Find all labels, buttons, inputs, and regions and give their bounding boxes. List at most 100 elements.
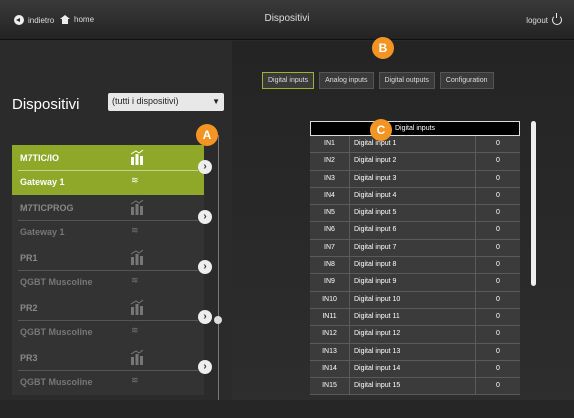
table-scrollbar[interactable] <box>531 121 536 286</box>
input-name: Digital input 5 <box>350 205 476 222</box>
device-separator <box>18 370 198 371</box>
table-header: Digital inputs <box>310 121 520 136</box>
input-value: 0 <box>496 191 500 199</box>
input-id: IN13 <box>310 343 350 360</box>
device-open-button[interactable]: › <box>198 360 212 374</box>
device-filter-select[interactable]: (tutti i dispositivi) ▼ <box>108 93 224 111</box>
input-name: Digital input 6 <box>350 222 476 239</box>
top-bar: indietro home Dispositivi logout <box>0 0 574 40</box>
marker-a-badge: A <box>196 124 218 146</box>
input-name: Digital input 7 <box>350 239 476 257</box>
table-row: IN8 Digital input 8 0 <box>310 257 520 275</box>
table-row: IN10 Digital input 10 0 <box>310 291 520 309</box>
tab-configuration[interactable]: Configuration <box>439 72 494 89</box>
device-separator <box>18 320 198 321</box>
input-name: Digital input 8 <box>350 257 476 274</box>
input-name: Digital input 9 <box>350 274 476 291</box>
input-name: Digital input 12 <box>350 326 476 343</box>
device-name: PR1 <box>20 253 38 263</box>
device-separator <box>18 170 198 171</box>
table-row: IN15 Digital input 15 0 <box>310 378 520 396</box>
input-id: IN8 <box>310 257 350 274</box>
input-id: IN11 <box>310 308 350 326</box>
device-card[interactable]: PR3 QGBT Muscoline ≋ <box>12 345 204 395</box>
device-name: PR2 <box>20 303 38 313</box>
tab-digital-inputs[interactable]: Digital inputs <box>262 72 315 89</box>
device-gateway: QGBT Muscoline <box>20 277 93 287</box>
device-open-button[interactable]: › <box>198 210 212 224</box>
bar-chart-icon <box>130 349 144 365</box>
input-id: IN6 <box>310 222 350 239</box>
table-row: IN9 Digital input 9 0 <box>310 274 520 292</box>
device-open-button[interactable]: › <box>198 160 212 174</box>
input-id: IN5 <box>310 205 350 222</box>
device-separator <box>18 270 198 271</box>
device-filter-value: (tutti i dispositivi) <box>112 96 179 106</box>
wifi-icon: ≋ <box>131 325 139 335</box>
input-value: 0 <box>496 157 500 165</box>
input-value: 0 <box>496 295 500 303</box>
device-separator <box>18 220 198 221</box>
table-row: IN11 Digital input 11 0 <box>310 308 520 327</box>
bar-chart-icon <box>130 199 144 215</box>
wifi-icon: ≋ <box>131 225 139 235</box>
page-title: Dispositivi <box>12 96 80 113</box>
device-name: M7TIC/IO <box>20 153 60 163</box>
input-id: IN14 <box>310 360 350 378</box>
logout-button[interactable]: logout <box>526 13 562 25</box>
table-row: IN2 Digital input 2 0 <box>310 153 520 171</box>
table-row: IN14 Digital input 14 0 <box>310 360 520 379</box>
device-card[interactable]: M7TICPROG Gateway 1 ≋ <box>12 195 204 245</box>
input-name: Digital input 3 <box>350 170 476 187</box>
device-open-button[interactable]: › <box>198 310 212 324</box>
input-value: 0 <box>496 243 500 251</box>
table-row: IN13 Digital input 13 0 <box>310 343 520 361</box>
input-name: Digital input 13 <box>350 343 476 360</box>
device-list-handle[interactable] <box>214 316 222 324</box>
bar-chart-icon <box>130 249 144 265</box>
tab-digital-outputs[interactable]: Digital outputs <box>378 72 435 89</box>
input-id: IN9 <box>310 274 350 291</box>
bar-chart-icon <box>130 299 144 315</box>
power-icon <box>552 13 562 25</box>
input-id: IN2 <box>310 153 350 170</box>
device-card[interactable]: PR2 QGBT Muscoline ≋ <box>12 295 204 345</box>
table-row: IN7 Digital input 7 0 <box>310 239 520 258</box>
device-card[interactable]: PR1 QGBT Muscoline ≋ <box>12 245 204 295</box>
device-open-button[interactable]: › <box>198 260 212 274</box>
table-row: IN4 Digital input 4 0 <box>310 187 520 206</box>
input-id: IN4 <box>310 187 350 205</box>
table-row: IN1 Digital input 1 0 <box>310 136 520 154</box>
input-name: Digital input 11 <box>350 308 476 326</box>
input-value: 0 <box>496 278 500 286</box>
tab-analog-inputs[interactable]: Analog inputs <box>319 72 374 89</box>
input-id: IN12 <box>310 326 350 343</box>
bottom-strip <box>0 400 574 418</box>
marker-b-badge: B <box>372 37 394 59</box>
input-value: 0 <box>496 174 500 182</box>
input-id: IN15 <box>310 378 350 395</box>
input-id: IN10 <box>310 291 350 308</box>
tab-bar: Digital inputs Analog inputs Digital out… <box>262 72 494 89</box>
input-name: Digital input 1 <box>350 136 476 153</box>
device-card[interactable]: M7TIC/IO Gateway 1 ≋ <box>12 145 204 195</box>
wifi-icon: ≋ <box>131 275 139 285</box>
marker-c-badge: C <box>370 119 392 141</box>
device-gateway: QGBT Muscoline <box>20 377 93 387</box>
wifi-icon: ≋ <box>131 375 139 385</box>
table-row: IN12 Digital input 12 0 <box>310 326 520 344</box>
input-id: IN3 <box>310 170 350 187</box>
input-value: 0 <box>496 140 500 147</box>
wifi-icon: ≋ <box>131 175 139 185</box>
input-id: IN7 <box>310 239 350 257</box>
device-name: PR3 <box>20 353 38 363</box>
device-name: M7TICPROG <box>20 203 74 213</box>
input-value: 0 <box>496 209 500 217</box>
table-row: IN6 Digital input 6 0 <box>310 222 520 240</box>
input-value: 0 <box>496 226 500 234</box>
logout-label: logout <box>526 15 548 25</box>
input-value: 0 <box>496 382 500 390</box>
input-name: Digital input 10 <box>350 291 476 308</box>
input-value: 0 <box>496 364 500 372</box>
digital-inputs-table: Digital inputs IN1 Digital input 1 0 IN2 Dig… <box>310 121 520 401</box>
